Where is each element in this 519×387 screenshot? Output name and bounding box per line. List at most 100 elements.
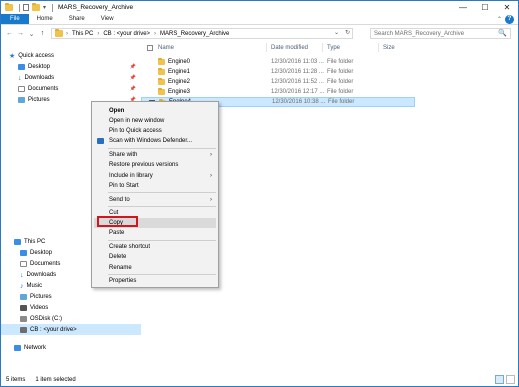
breadcrumb-folder[interactable]: MARS_Recovery_Archive	[160, 31, 229, 37]
file-row[interactable]: Engine3 12/30/2016 12:17 ... File folder	[141, 87, 518, 97]
menu-send-to[interactable]: Send to ›	[94, 195, 216, 205]
menu-paste[interactable]: Paste	[94, 228, 216, 238]
breadcrumb-this-pc[interactable]: This PC	[72, 31, 93, 37]
menu-restore-versions[interactable]: Restore previous versions	[94, 160, 216, 170]
folder-icon	[158, 88, 165, 95]
menu-pin-quick-access[interactable]: Pin to Quick access	[94, 126, 216, 136]
address-bar[interactable]: › This PC › CB : <your drive> › MARS_Rec…	[51, 28, 353, 39]
menu-rename[interactable]: Rename	[94, 263, 216, 273]
file-row[interactable]: Engine0 12/30/2016 11:03 ... File folder	[141, 57, 518, 67]
menu-include-library[interactable]: Include in library ›	[94, 171, 216, 181]
quick-access-toolbar: ▾	[5, 3, 56, 12]
menu-scan-defender[interactable]: Scan with Windows Defender...	[94, 136, 216, 146]
desktop-icon	[18, 63, 25, 70]
column-header-date[interactable]: Date modified	[271, 42, 308, 53]
column-divider[interactable]	[378, 43, 379, 52]
menu-share-with[interactable]: Share with ›	[94, 150, 216, 160]
file-name: Engine2	[168, 79, 191, 85]
menu-open-new-window[interactable]: Open in new window	[94, 116, 216, 126]
breadcrumb-separator[interactable]: ›	[154, 31, 156, 37]
network-icon	[14, 344, 21, 351]
nav-quick-desktop[interactable]: Desktop 📌	[1, 61, 141, 72]
copy-highlight-box	[97, 216, 138, 227]
menu-divider	[108, 240, 216, 241]
breadcrumb-drive[interactable]: CB : <your drive>	[103, 31, 150, 37]
qat-dropdown-icon[interactable]: ▾	[43, 4, 46, 11]
nav-quick-downloads[interactable]: ↓ Downloads 📌	[1, 72, 141, 83]
file-date: 12/30/2016 11:28 ...	[271, 69, 324, 75]
up-button[interactable]: ↑	[37, 30, 48, 37]
pin-icon[interactable]: 📌	[130, 75, 136, 81]
menu-open[interactable]: Open	[94, 106, 216, 116]
file-row[interactable]: Engine1 12/30/2016 11:28 ... File folder	[141, 67, 518, 77]
refresh-icon[interactable]: ↻	[345, 29, 350, 36]
file-type: File folder	[328, 99, 355, 105]
download-arrow-icon: ↓	[20, 271, 24, 279]
close-button[interactable]: ✕	[496, 1, 518, 14]
file-type: File folder	[327, 79, 354, 85]
tab-home[interactable]: Home	[29, 14, 61, 24]
file-date: 12/30/2016 11:03 ...	[271, 59, 324, 65]
selection-count: 1 item selected	[35, 377, 76, 383]
minimize-button[interactable]: —	[452, 1, 474, 14]
status-bar: 5 items 1 item selected	[1, 373, 518, 387]
nav-pc-videos[interactable]: Videos	[1, 302, 141, 313]
nav-pc-cb-drive[interactable]: CB : <your drive>	[1, 324, 141, 335]
menu-create-shortcut[interactable]: Create shortcut	[94, 242, 216, 252]
file-name: Engine3	[168, 89, 191, 95]
file-name: Engine0	[168, 59, 191, 65]
menu-divider	[108, 192, 216, 193]
folder-icon	[158, 78, 165, 85]
documents-icon	[18, 85, 25, 92]
download-arrow-icon: ↓	[18, 74, 22, 82]
nav-pc-pictures[interactable]: Pictures	[1, 291, 141, 302]
details-view-icon[interactable]	[495, 375, 504, 384]
menu-divider	[108, 274, 216, 275]
properties-icon[interactable]	[23, 4, 29, 11]
drive-icon	[20, 326, 27, 333]
forward-button[interactable]: →	[15, 30, 26, 37]
star-icon: ★	[9, 52, 16, 60]
window-controls: — ☐ ✕	[452, 1, 518, 14]
window-title: MARS_Recovery_Archive	[58, 4, 134, 11]
folder-icon	[158, 58, 165, 65]
maximize-button[interactable]: ☐	[474, 1, 496, 14]
pin-icon[interactable]: 📌	[130, 86, 136, 92]
context-menu: Open Open in new window Pin to Quick acc…	[91, 101, 219, 288]
column-header-size[interactable]: Size	[383, 42, 395, 53]
folder-icon	[5, 3, 13, 11]
nav-quick-access[interactable]: ★ Quick access	[1, 50, 141, 61]
menu-pin-start[interactable]: Pin to Start	[94, 181, 216, 191]
file-name: Engine1	[168, 69, 191, 75]
breadcrumb-separator[interactable]: ›	[66, 31, 68, 37]
column-header-name[interactable]: Name	[158, 42, 174, 53]
menu-delete[interactable]: Delete	[94, 252, 216, 262]
file-date: 12/30/2016 11:52 ...	[271, 79, 324, 85]
search-input[interactable]: Search MARS_Recovery_Archive 🔍	[370, 28, 511, 39]
menu-properties[interactable]: Properties	[94, 276, 216, 286]
breadcrumb-separator[interactable]: ›	[97, 31, 99, 37]
nav-network[interactable]: Network	[1, 342, 141, 353]
submenu-arrow-icon: ›	[210, 173, 212, 179]
folder-icon	[158, 68, 165, 75]
back-button[interactable]: ←	[4, 30, 15, 37]
file-type: File folder	[327, 89, 354, 95]
select-all-checkbox[interactable]	[147, 45, 153, 51]
pin-icon[interactable]: 📌	[130, 64, 136, 70]
nav-quick-documents[interactable]: Documents 📌	[1, 83, 141, 94]
file-row[interactable]: Engine2 12/30/2016 11:52 ... File folder	[141, 77, 518, 87]
large-icons-view-icon[interactable]	[506, 375, 515, 384]
address-dropdown-icon[interactable]: ⌄	[334, 29, 339, 36]
search-icon[interactable]: 🔍	[498, 29, 507, 37]
chevron-up-icon[interactable]: ⌃	[497, 16, 502, 23]
tab-file[interactable]: File	[1, 14, 29, 24]
column-divider[interactable]	[266, 43, 267, 52]
tab-view[interactable]: View	[93, 14, 122, 24]
nav-pc-osdisk[interactable]: OSDisk (C:)	[1, 313, 141, 324]
new-folder-icon[interactable]	[32, 3, 40, 11]
help-icon[interactable]: ?	[505, 15, 514, 24]
column-divider[interactable]	[322, 43, 323, 52]
tab-share[interactable]: Share	[61, 14, 93, 24]
column-header-type[interactable]: Type	[327, 42, 340, 53]
recent-locations-button[interactable]: ⌄	[26, 30, 37, 38]
